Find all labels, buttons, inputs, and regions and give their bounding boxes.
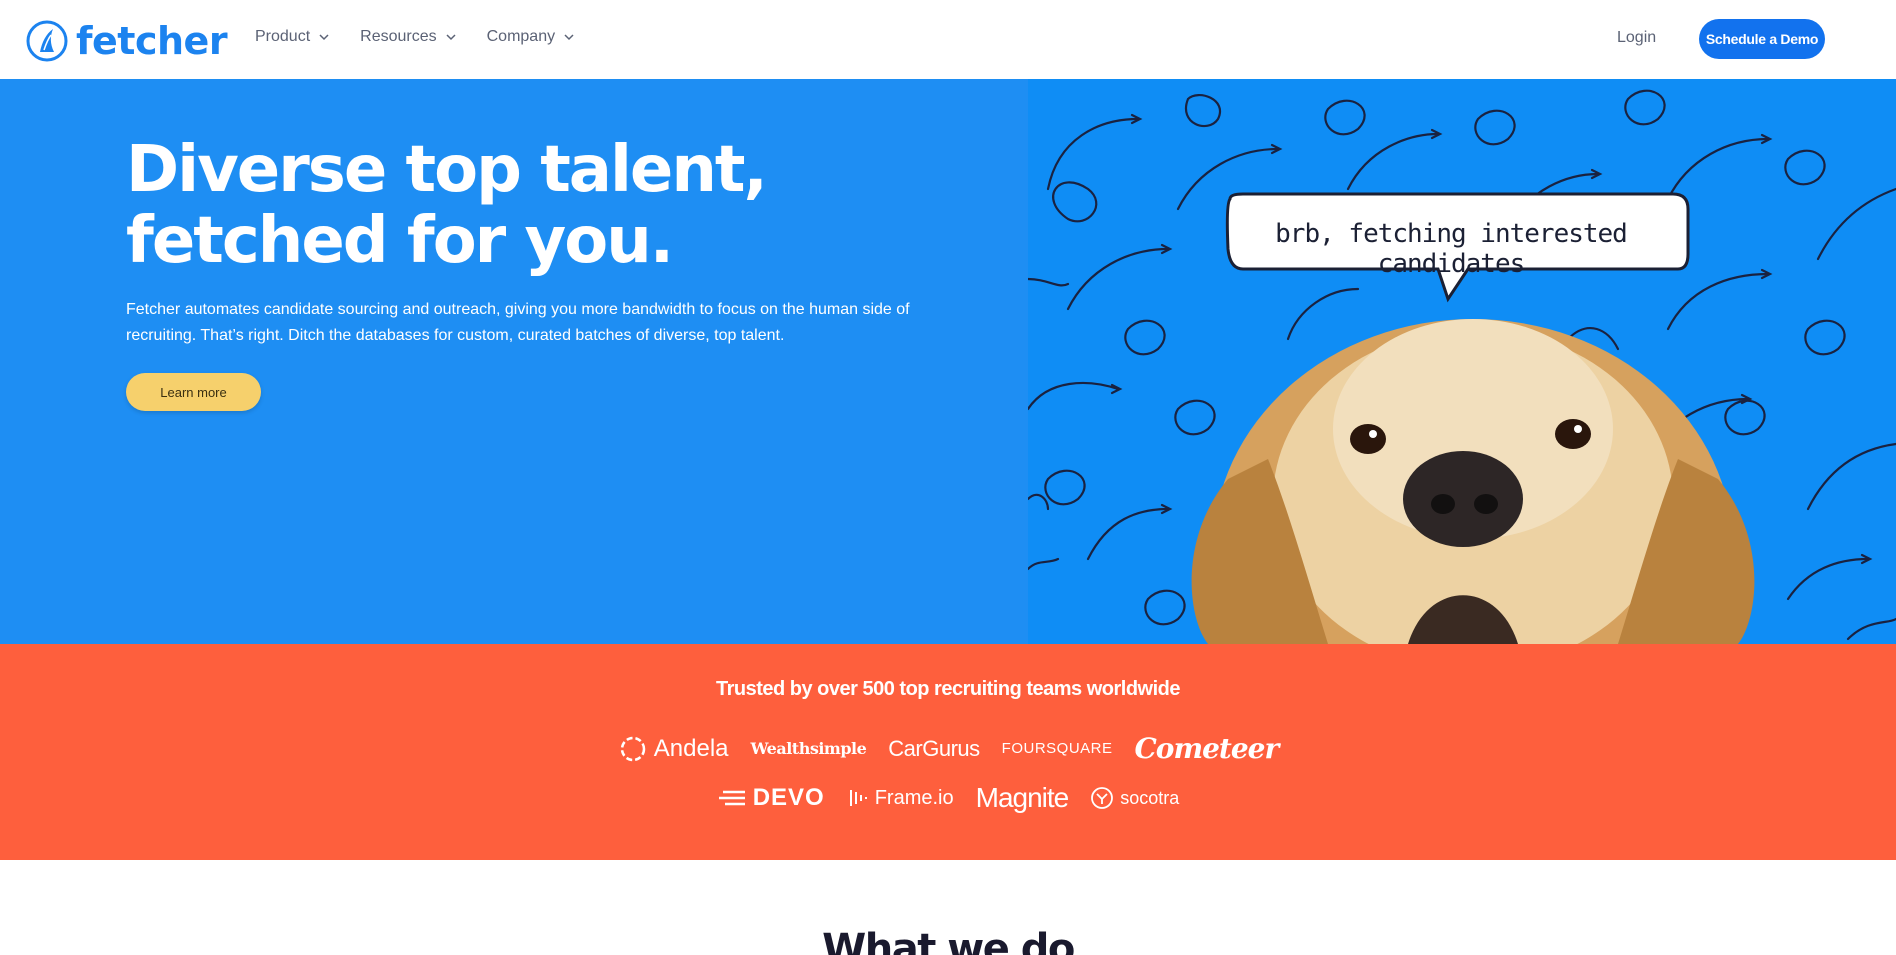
foursquare-logo: FOURSQUARE [1001,740,1113,757]
hero-title: Diverse top talent, fetched for you. [126,133,768,278]
nav-resources[interactable]: Resources [360,28,456,46]
trusted-by-section: Trusted by over 500 top recruiting teams… [0,644,1896,860]
frameio-logo-text: Frame.io [874,786,954,809]
socotra-logo: socotra [1090,786,1179,810]
schedule-demo-button[interactable]: Schedule a Demo [1699,19,1825,59]
andela-logo-icon [620,736,646,761]
dog-image [1191,319,1755,644]
devo-logo: DEVO [717,784,825,812]
andela-logo-text: Andela [653,734,729,762]
site-header: fetcher Product Resources Company Login … [0,0,1896,79]
brand-name: fetcher [76,19,228,63]
devo-logo-icon [718,790,745,806]
nav-product[interactable]: Product [255,28,330,46]
nav-company[interactable]: Company [487,28,575,46]
hero-illustration: brb, fetching interested candidates [1028,79,1896,644]
customer-logos-row-2: DEVO Frame.io Magnite socotra [0,782,1896,814]
nav-product-label: Product [255,28,311,45]
socotra-logo-icon [1091,787,1114,809]
what-we-do-heading: What we do [822,926,1075,955]
squiggle-pattern [1028,89,1896,644]
chevron-down-icon [319,34,329,41]
customer-logos-row-1: Andela Wealthsimple CarGurus FOURSQUARE … [0,732,1896,765]
socotra-logo-text: socotra [1120,787,1180,808]
speech-bubble-text: brb, fetching interested candidates [1275,219,1628,279]
cometeer-logo: Cometeer [1134,732,1280,765]
magnite-logo: Magnite [975,782,1070,813]
fetcher-logo-icon [26,20,68,62]
andela-logo: Andela [618,734,729,764]
cargurus-logo: CarGurus [888,735,980,761]
fetcher-logo[interactable]: fetcher [26,19,228,63]
nav-resources-label: Resources [360,28,437,45]
wealthsimple-logo: Wealthsimple [750,739,867,758]
chevron-down-icon [564,34,574,41]
trusted-by-title: Trusted by over 500 top recruiting teams… [715,678,1181,700]
learn-more-button[interactable]: Learn more [126,373,261,411]
chevron-down-icon [446,34,456,41]
login-link[interactable]: Login [1617,29,1656,47]
devo-logo-text: DEVO [752,784,825,811]
nav-company-label: Company [486,28,556,45]
frameio-logo-icon [849,790,867,806]
frameio-logo: Frame.io [847,787,954,810]
main-nav: Product Resources Company [255,28,575,46]
hero-subtitle: Fetcher automates candidate sourcing and… [126,301,910,344]
hero-section: Diverse top talent, fetched for you. Fet… [0,79,1028,644]
